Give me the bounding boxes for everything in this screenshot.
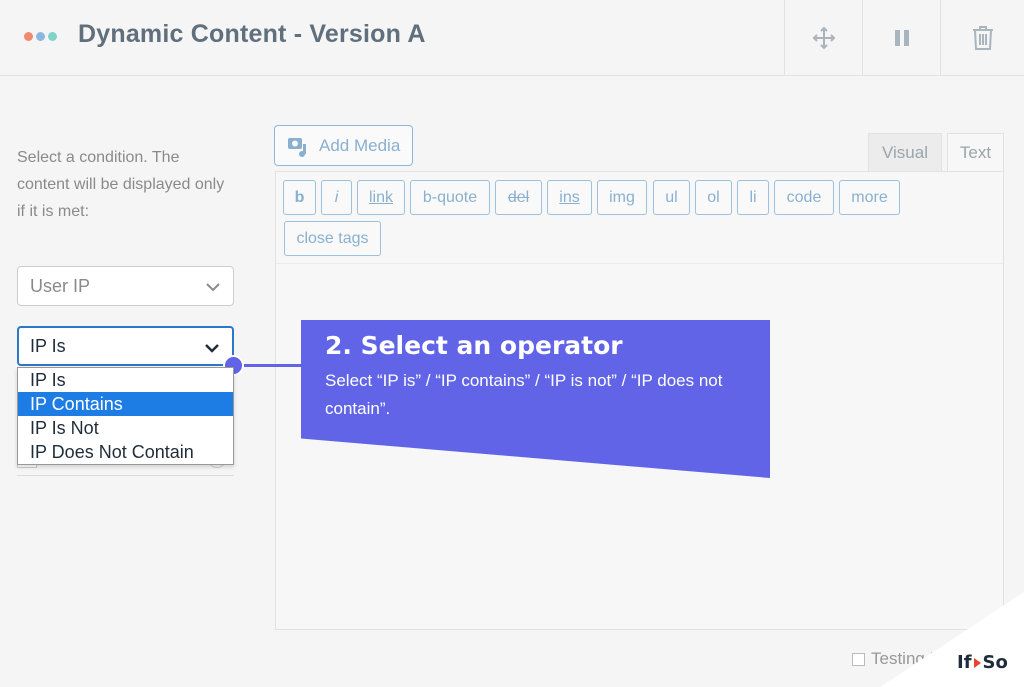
condition-select-value: User IP [30,275,91,296]
qt-more-button[interactable]: more [839,180,900,215]
version-title: Dynamic Content - Version A [78,20,426,48]
block-header: Dynamic Content - Version A [0,0,1024,76]
qt-bquote-button[interactable]: b-quote [410,180,490,215]
operator-select-value: IP Is [30,335,66,356]
add-media-button[interactable]: Add Media [274,125,413,166]
qt-link-button[interactable]: link [357,180,405,215]
move-button[interactable] [784,0,862,76]
delete-button[interactable] [940,0,1024,76]
qt-del-button[interactable]: del [495,180,542,215]
qt-bold-button[interactable]: b [283,180,316,215]
condition-description: Select a condition. The content will be … [17,149,225,220]
operator-option[interactable]: IP Is Not [18,416,233,440]
drag-dots-icon [24,32,57,41]
logo-text-right: So [982,652,1008,673]
tab-text[interactable]: Text [947,133,1004,171]
qt-code-button[interactable]: code [774,180,834,215]
operator-option[interactable]: IP Does Not Contain [18,440,233,464]
callout-body: Select “IP is” / “IP contains” / “IP is … [325,371,723,418]
ifso-logo: If So [957,652,1008,673]
media-icon [288,137,306,157]
callout-title: 2. Select an operator [325,331,623,360]
qt-ins-button[interactable]: ins [547,180,592,215]
quicktags-toolbar: b i link b-quote del ins img ul ol li co… [276,172,1003,264]
qt-italic-button[interactable]: i [321,180,352,215]
callout-connector [234,364,302,367]
dot-orange [24,32,33,41]
chevron-down-icon [206,283,220,292]
qt-close-tags-button[interactable]: close tags [284,221,381,256]
logo-arrow-icon [973,657,981,668]
operator-select[interactable]: IP Is [17,326,234,366]
logo-text-left: If [957,652,972,673]
move-icon [812,26,835,50]
operator-option[interactable]: IP Is [18,368,233,392]
dot-teal [48,32,57,41]
condition-select[interactable]: User IP [17,266,234,306]
operator-dropdown-list: IP Is IP Contains IP Is Not IP Does Not … [17,367,234,465]
qt-ol-button[interactable]: ol [695,180,732,215]
dot-blue [36,32,45,41]
trash-icon [972,26,993,50]
operator-option-highlighted[interactable]: IP Contains [18,392,233,416]
pause-button[interactable] [862,0,940,76]
chevron-down-icon [205,344,219,353]
qt-ul-button[interactable]: ul [653,180,690,215]
sidebar-divider [17,475,234,476]
qt-li-button[interactable]: li [737,180,769,215]
tab-visual[interactable]: Visual [868,133,942,171]
qt-img-button[interactable]: img [597,180,647,215]
pause-icon [894,30,909,46]
add-media-label: Add Media [319,135,401,155]
testing-mode-checkbox[interactable] [852,652,865,666]
